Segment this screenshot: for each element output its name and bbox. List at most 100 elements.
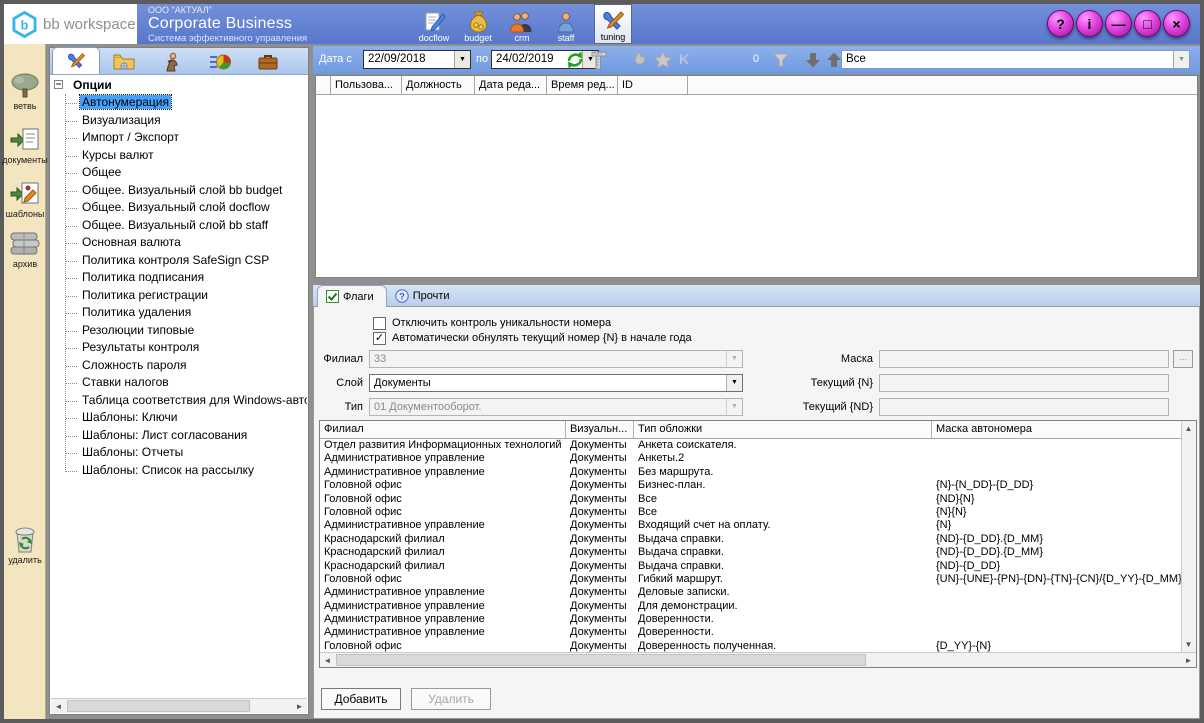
sidebar-item-templates[interactable]: шаблоны <box>4 180 46 219</box>
tip-combobox[interactable]: 01 Документооборот. ▼ <box>369 398 743 416</box>
chevron-down-icon[interactable]: ▼ <box>726 375 742 391</box>
checkbox-reset-number-yearly[interactable] <box>373 332 386 345</box>
scroll-left-icon[interactable]: ◄ <box>320 653 335 668</box>
tree-item[interactable]: Политика удаления <box>51 304 307 322</box>
app-docflow[interactable]: docflow <box>412 4 456 44</box>
tree-item[interactable]: Основная валюта <box>51 234 307 252</box>
collapse-icon[interactable]: − <box>54 80 63 89</box>
flame-icon[interactable] <box>628 50 648 70</box>
sidebar-item-branch[interactable]: ветвь <box>4 72 46 111</box>
date-from-combobox[interactable]: 22/09/2018 ▼ <box>363 50 471 69</box>
scrollbar-thumb[interactable] <box>67 700 250 712</box>
sidebar-item-documents[interactable]: документы <box>4 126 46 165</box>
scroll-down-icon[interactable]: ▼ <box>1181 637 1196 652</box>
column-header-visual-layer[interactable]: Визуальн... <box>566 421 634 438</box>
checkbox-disable-unique-control[interactable] <box>373 317 386 330</box>
column-header-id[interactable]: ID <box>618 76 688 94</box>
k-letter-icon[interactable]: K <box>679 51 689 67</box>
current-n-field[interactable] <box>879 374 1169 392</box>
grid-row[interactable]: Отдел развития Информационных технологий… <box>320 439 1181 452</box>
tree-item[interactable]: Общее. Визуальный слой bb budget <box>51 182 307 200</box>
tab-tools[interactable] <box>52 47 100 74</box>
scroll-right-icon[interactable]: ► <box>1181 653 1196 668</box>
grid-row[interactable]: Головной офисДокументыВсе{N}{N} <box>320 506 1181 519</box>
app-staff[interactable]: staff <box>544 4 588 44</box>
close-button[interactable]: × <box>1163 10 1190 37</box>
tab-case[interactable] <box>244 49 292 74</box>
tab-shared-folder[interactable] <box>100 49 148 74</box>
scrollbar-thumb[interactable] <box>336 654 866 666</box>
grid-row[interactable]: Административное управлениеДокументыДля … <box>320 600 1181 613</box>
scroll-right-icon[interactable]: ► <box>292 699 307 714</box>
tree-item[interactable]: Политика подписания <box>51 269 307 287</box>
tree-item[interactable]: Сложность пароля <box>51 357 307 375</box>
tree-item[interactable]: Шаблоны: Отчеты <box>51 444 307 462</box>
tree-item[interactable]: Шаблоны: Лист согласования <box>51 427 307 445</box>
grid-row[interactable]: Краснодарский филиалДокументыВыдача спра… <box>320 560 1181 573</box>
maska-browse-button[interactable]: ... <box>1173 350 1193 368</box>
grid-row[interactable]: Административное управлениеДокументыДове… <box>320 626 1181 639</box>
tree-item[interactable]: Общее. Визуальный слой bb staff <box>51 217 307 235</box>
grid-row[interactable]: Краснодарский филиалДокументыВыдача спра… <box>320 546 1181 559</box>
tree-item[interactable]: Автонумерация <box>51 94 307 112</box>
grid-row[interactable]: Головной офисДокументыБизнес-план.{N}-{N… <box>320 479 1181 492</box>
tree-item[interactable]: Таблица соответствия для Windows-авто <box>51 392 307 410</box>
tree-item[interactable]: Общее. Визуальный слой docflow <box>51 199 307 217</box>
column-header-edit-time[interactable]: Время ред... <box>547 76 618 94</box>
funnel-icon[interactable] <box>771 50 791 70</box>
tree-item[interactable]: Результаты контроля <box>51 339 307 357</box>
column-header-user[interactable]: Пользова... <box>331 76 402 94</box>
grid-row[interactable]: Головной офисДокументыДоверенность получ… <box>320 640 1181 652</box>
app-crm[interactable]: crm <box>500 4 544 44</box>
add-button[interactable]: Добавить <box>321 688 401 710</box>
column-header[interactable] <box>316 76 331 94</box>
grid-row[interactable]: Административное управлениеДокументыВход… <box>320 519 1181 532</box>
tree-item[interactable]: Политика регистрации <box>51 287 307 305</box>
grid-horizontal-scrollbar[interactable]: ◄ ► <box>320 652 1196 667</box>
grid-row[interactable]: Административное управлениеДокументыДове… <box>320 613 1181 626</box>
tree-item[interactable]: Шаблоны: Список на рассылку <box>51 462 307 480</box>
maska-field[interactable] <box>879 350 1169 368</box>
tab-reports[interactable] <box>196 49 244 74</box>
column-header-mask[interactable]: Маска автономера <box>932 421 1183 438</box>
tree-root[interactable]: − Опции <box>51 76 307 94</box>
sidebar-item-delete[interactable]: удалить <box>4 526 46 565</box>
app-budget[interactable]: budget <box>456 4 500 44</box>
grid-row[interactable]: Административное управлениеДокументыДело… <box>320 586 1181 599</box>
chevron-down-icon[interactable]: ▼ <box>454 51 470 68</box>
tree-item[interactable]: Курсы валют <box>51 147 307 165</box>
info-button[interactable]: i <box>1076 10 1103 37</box>
scroll-up-icon[interactable]: ▲ <box>1181 421 1196 436</box>
tree-item[interactable]: Визуализация <box>51 112 307 130</box>
maximize-button[interactable]: □ <box>1134 10 1161 37</box>
tab-other[interactable]: ? Прочти <box>387 285 462 307</box>
scroll-left-icon[interactable]: ◄ <box>51 699 66 714</box>
tab-flags[interactable]: Флаги <box>317 285 387 307</box>
grid-vertical-scrollbar[interactable]: ▲ ▼ <box>1181 421 1196 652</box>
tree-item[interactable]: Политика контроля SafeSign CSP <box>51 252 307 270</box>
tree-item[interactable]: Общее <box>51 164 307 182</box>
column-header-position[interactable]: Должность <box>402 76 475 94</box>
tree-item[interactable]: Ставки налогов <box>51 374 307 392</box>
scope-combobox[interactable]: Все ▼ <box>841 50 1190 69</box>
sidebar-item-archive[interactable]: архив <box>4 230 46 269</box>
grid-row[interactable]: Административное управлениеДокументыБез … <box>320 466 1181 479</box>
filial-combobox[interactable]: 33 ▼ <box>369 350 743 368</box>
sloy-combobox[interactable]: Документы ▼ <box>369 374 743 392</box>
column-header-cover-type[interactable]: Тип обложки <box>634 421 932 438</box>
tree-item[interactable]: Резолюции типовые <box>51 322 307 340</box>
checkbox-row-unique[interactable]: Отключить контроль уникальности номера <box>373 316 611 330</box>
tree-item[interactable]: Шаблоны: Ключи <box>51 409 307 427</box>
chevron-down-icon[interactable]: ▼ <box>1173 51 1189 68</box>
checkbox-row-reset[interactable]: Автоматически обнулять текущий номер {N}… <box>373 331 692 345</box>
ruler-icon[interactable] <box>589 50 609 70</box>
grid-row[interactable]: Краснодарский филиалДокументыВыдача спра… <box>320 533 1181 546</box>
arrow-down-icon[interactable] <box>803 50 823 70</box>
star-icon[interactable] <box>653 50 673 70</box>
minimize-button[interactable]: — <box>1105 10 1132 37</box>
delete-button[interactable]: Удалить <box>411 688 491 710</box>
column-header-edit-date[interactable]: Дата реда... <box>475 76 547 94</box>
grid-row[interactable]: Головной офисДокументыВсе{ND}{N} <box>320 493 1181 506</box>
grid-row[interactable]: Административное управлениеДокументыАнке… <box>320 452 1181 465</box>
refresh-icon[interactable] <box>565 50 585 70</box>
